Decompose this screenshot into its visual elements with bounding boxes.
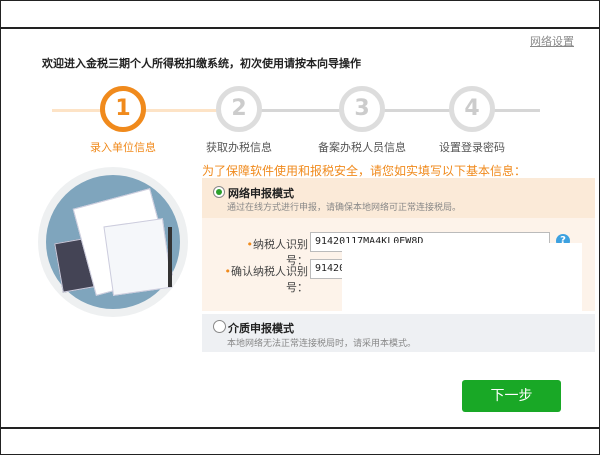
step-2-label: 获取办税信息 [206, 141, 272, 154]
media-mode-radio[interactable] [213, 320, 226, 333]
step-1-circle: 1 [100, 86, 146, 132]
form-notice: 为了保障软件使用和报税安全，请您如实填写以下基本信息： [202, 164, 527, 178]
document-illustration [38, 167, 188, 317]
top-divider [0, 27, 600, 29]
popup-overlay [342, 243, 582, 325]
online-mode-radio[interactable] [213, 186, 225, 198]
media-mode-label: 介质申报模式 [228, 322, 294, 335]
step-4-label: 设置登录密码 [439, 141, 505, 154]
confirm-id-label: •确认纳税人识别号： [210, 263, 309, 295]
online-mode-desc: 通过在线方式进行申报，请确保本地网络可正常连接税局。 [227, 203, 462, 213]
confirm-id-label-text: 确认纳税人识别号： [231, 265, 308, 294]
step-3-circle: 3 [339, 86, 385, 132]
step-4-circle: 4 [449, 86, 495, 132]
media-mode-desc: 本地网络无法正常连接税局时，请采用本模式。 [227, 339, 417, 349]
online-mode-label: 网络申报模式 [228, 187, 294, 200]
bottom-divider [0, 427, 600, 429]
step-2-circle: 2 [216, 86, 262, 132]
step-1-label: 录入单位信息 [90, 141, 156, 154]
welcome-title: 欢迎进入金税三期个人所得税扣缴系统，初次使用请按本向导操作 [42, 57, 361, 70]
step-3-label: 备案办税人员信息 [318, 141, 406, 154]
network-settings-link[interactable]: 网络设置 [530, 33, 574, 49]
next-button[interactable]: 下一步 [462, 380, 561, 412]
